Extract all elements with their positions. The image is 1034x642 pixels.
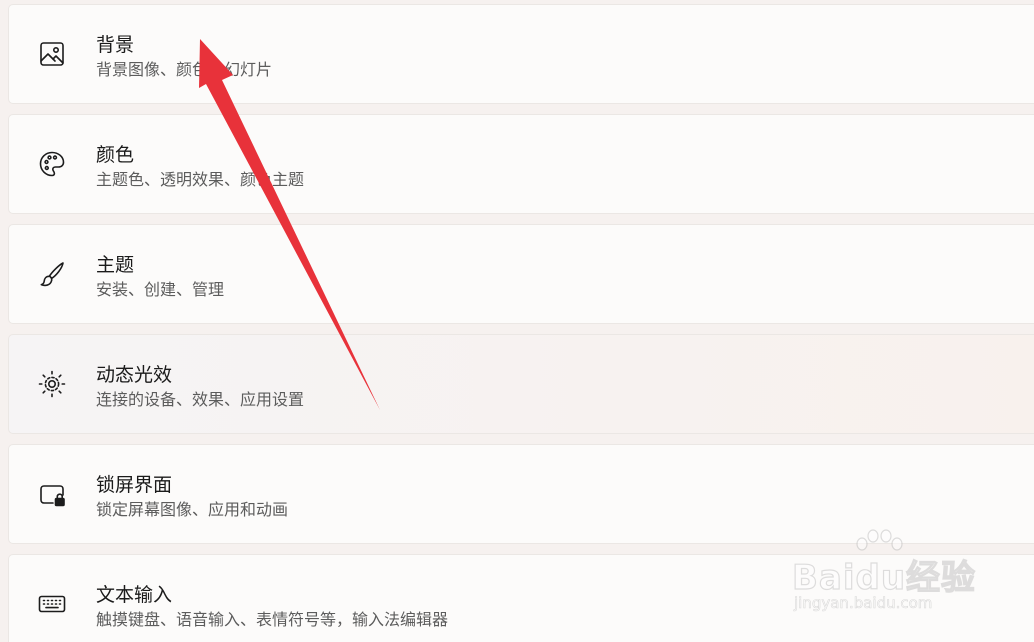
settings-item-title: 背景 — [96, 34, 135, 56]
settings-item-background[interactable]: 背景 背景图像、颜色、幻灯片 — [8, 4, 1034, 104]
dynamic-lighting-icon — [35, 367, 69, 401]
settings-item-description: 锁定屏幕图像、应用和动画 — [96, 500, 289, 519]
settings-item-title: 文本输入 — [96, 584, 173, 606]
settings-item-description: 背景图像、颜色、幻灯片 — [96, 60, 273, 79]
settings-item-title: 颜色 — [96, 144, 135, 166]
palette-icon — [35, 147, 69, 181]
settings-item-colors[interactable]: 颜色 主题色、透明效果、颜色主题 — [8, 114, 1034, 214]
settings-item-title: 锁屏界面 — [96, 474, 173, 496]
lock-screen-icon — [35, 477, 69, 511]
settings-item-description: 连接的设备、效果、应用设置 — [96, 390, 305, 409]
settings-item-description: 安装、创建、管理 — [96, 280, 225, 299]
watermark: Baidu经验 jingyan.baidu.com — [790, 528, 1000, 628]
keyboard-icon — [35, 587, 69, 621]
brush-icon — [35, 257, 69, 291]
personalization-settings-page: 背景 背景图像、颜色、幻灯片 颜色 主题色、透明效果、颜色主题 主题 安装、创建… — [0, 0, 1034, 642]
settings-item-title: 动态光效 — [96, 364, 173, 386]
settings-item-themes[interactable]: 主题 安装、创建、管理 — [8, 224, 1034, 324]
settings-item-description: 主题色、透明效果、颜色主题 — [96, 170, 305, 189]
watermark-url: jingyan.baidu.com — [794, 594, 933, 613]
picture-icon — [35, 37, 69, 71]
settings-item-dynamic-lighting[interactable]: 动态光效 连接的设备、效果、应用设置 — [8, 334, 1034, 434]
settings-item-description: 触摸键盘、语音输入、表情符号等，输入法编辑器 — [96, 610, 449, 629]
settings-item-title: 主题 — [96, 254, 135, 276]
watermark-brand: Baidu经验 — [791, 557, 977, 598]
